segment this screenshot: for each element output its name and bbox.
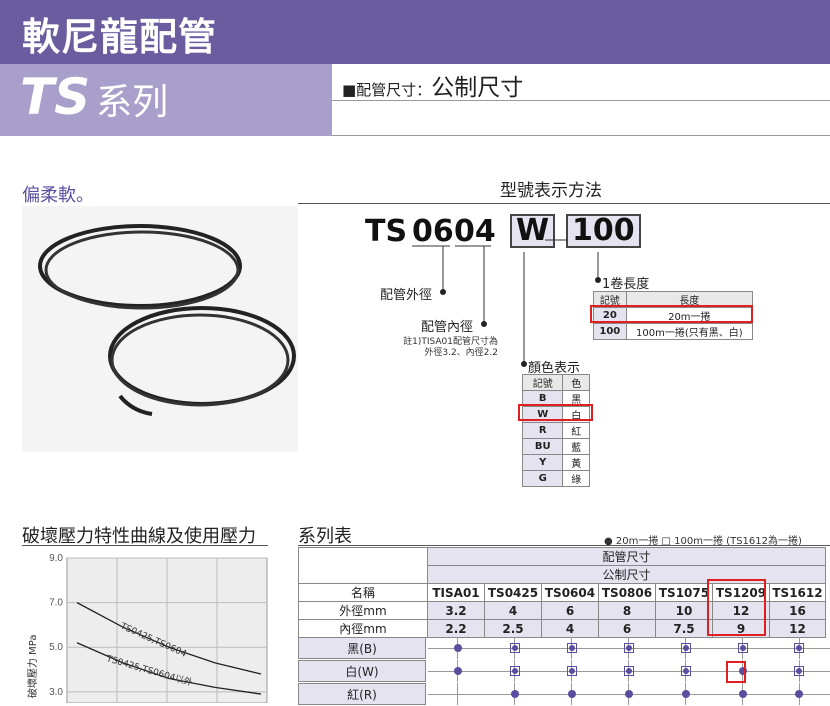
outer-diameter-cell: 4: [484, 601, 542, 620]
model-name-cell: TS1612: [769, 583, 826, 602]
roll-100m-mark: [680, 666, 691, 676]
color-row: 白(W): [298, 660, 830, 682]
model-name-cell: TS0806: [598, 583, 656, 602]
color-code: Y: [521, 454, 564, 471]
pressure-chart: 9.07.05.03.0 破壞壓力 MPa TS0425,TS0604 TS04…: [26, 553, 268, 703]
inner-diameter-cell: 6: [598, 619, 656, 638]
highlight-color-w: [518, 404, 593, 421]
photo-caption: 偏柔軟。: [22, 185, 94, 206]
roll-100m-mark: [509, 666, 520, 676]
color-code: G: [521, 470, 564, 487]
length-desc: 100m一捲(只有黑、白): [625, 323, 754, 340]
id-label: 內徑mm: [298, 619, 428, 638]
inner-diameter-cell: 2.5: [484, 619, 542, 638]
chart-y-label: 破壞壓力 MPa: [26, 634, 39, 698]
inner-diameter-cell: 4: [541, 619, 599, 638]
roll-100m-mark: [509, 643, 520, 653]
inner-diameter-cell: 12: [769, 619, 826, 638]
spec-prefix: ■配管尺寸：: [342, 81, 432, 99]
roll-20m-mark: [624, 690, 633, 698]
od-label: 外徑mm: [298, 601, 428, 620]
model-name-cell: TISA01: [427, 583, 485, 602]
column-rule: [457, 683, 458, 705]
model-name-cell: TS1075: [655, 583, 713, 602]
model-title: 型號表示方法: [500, 181, 602, 201]
color-row: 黑(B): [298, 637, 830, 659]
spec-line: ■配管尺寸：公制尺寸: [342, 68, 523, 102]
roll-20m-mark: [681, 690, 690, 698]
y-tick-label: 3.0: [49, 687, 63, 698]
roll-100m-mark: [737, 643, 748, 653]
model-name-cell: TS0425: [484, 583, 542, 602]
roll-100m-mark: [794, 666, 804, 676]
color-code: BU: [521, 438, 564, 455]
note-line-2: 外徑3.2、內徑2.2: [424, 348, 498, 358]
roll-20m-mark: [795, 690, 803, 698]
color-row-label: 紅(R): [298, 683, 426, 705]
color-code: R: [521, 422, 564, 439]
roll-100m-mark: [566, 643, 577, 653]
inner-diameter-label: 配管內徑: [421, 320, 474, 335]
roll-100m-mark: [794, 643, 804, 653]
color-row-label: 黑(B): [298, 637, 426, 659]
series-word: 系列: [96, 82, 169, 123]
tube-coil-image: [22, 206, 298, 452]
color-name: 藍: [562, 438, 590, 455]
highlight-ts1209: [707, 579, 766, 636]
roll-20m-mark: [738, 690, 747, 698]
y-tick-label: 7.0: [49, 598, 63, 609]
group-header: 配管尺寸: [427, 547, 826, 566]
highlight-ts1209-white: [726, 661, 746, 683]
color-table: 記號色 B黑 W白 R紅 BU 藍 Y黃 G綠: [521, 374, 590, 487]
note-line-1: 註1)TISA01配管尺寸為: [403, 337, 498, 347]
model-name-cell: TS0604: [541, 583, 599, 602]
blank-corner: [298, 547, 428, 584]
roll-20m-mark: [510, 690, 519, 698]
length-label: 1卷長度: [602, 277, 650, 292]
roll-20m-mark: [453, 667, 462, 675]
color-name: 綠: [562, 470, 590, 487]
note: 註1)TISA01配管尺寸為 外徑3.2、內徑2.2: [380, 337, 498, 359]
y-tick-label: 9.0: [49, 553, 63, 564]
outer-diameter-cell: 3.2: [427, 601, 485, 620]
roll-100m-mark: [623, 643, 634, 653]
series-name: TS 系列: [20, 68, 168, 126]
outer-diameter-label: 配管外徑: [380, 288, 433, 303]
color-name: 紅: [562, 422, 590, 439]
series-rule: [298, 545, 830, 546]
roll-100m-mark: [566, 666, 577, 676]
color-row: 紅(R): [298, 683, 830, 705]
roll-100m-mark: [680, 643, 691, 653]
y-tick-label: 5.0: [49, 642, 63, 653]
spec-value: 公制尺寸: [431, 75, 524, 101]
roll-20m-mark: [567, 690, 576, 698]
color-header-name: 色: [562, 374, 590, 391]
color-row-label: 白(W): [298, 660, 426, 682]
color-name: 黃: [562, 454, 590, 471]
inner-diameter-cell: 2.2: [427, 619, 485, 638]
length-code: 100: [593, 323, 627, 340]
outer-diameter-cell: 10: [655, 601, 713, 620]
roll-100m-mark: [623, 666, 634, 676]
name-label: 名稱: [298, 583, 428, 602]
highlight-length-20: [590, 305, 753, 323]
outer-diameter-cell: 8: [598, 601, 656, 620]
outer-diameter-cell: 16: [769, 601, 826, 620]
series-code: TS: [20, 68, 91, 126]
inner-diameter-cell: 7.5: [655, 619, 713, 638]
chart-rule: [22, 545, 268, 546]
roll-20m-mark: [453, 644, 462, 652]
outer-diameter-cell: 6: [541, 601, 599, 620]
color-header-code: 記號: [521, 374, 564, 391]
page-title: 軟尼龍配管: [22, 15, 218, 59]
color-availability: 黑(B) 白(W) 紅(R): [298, 637, 830, 706]
